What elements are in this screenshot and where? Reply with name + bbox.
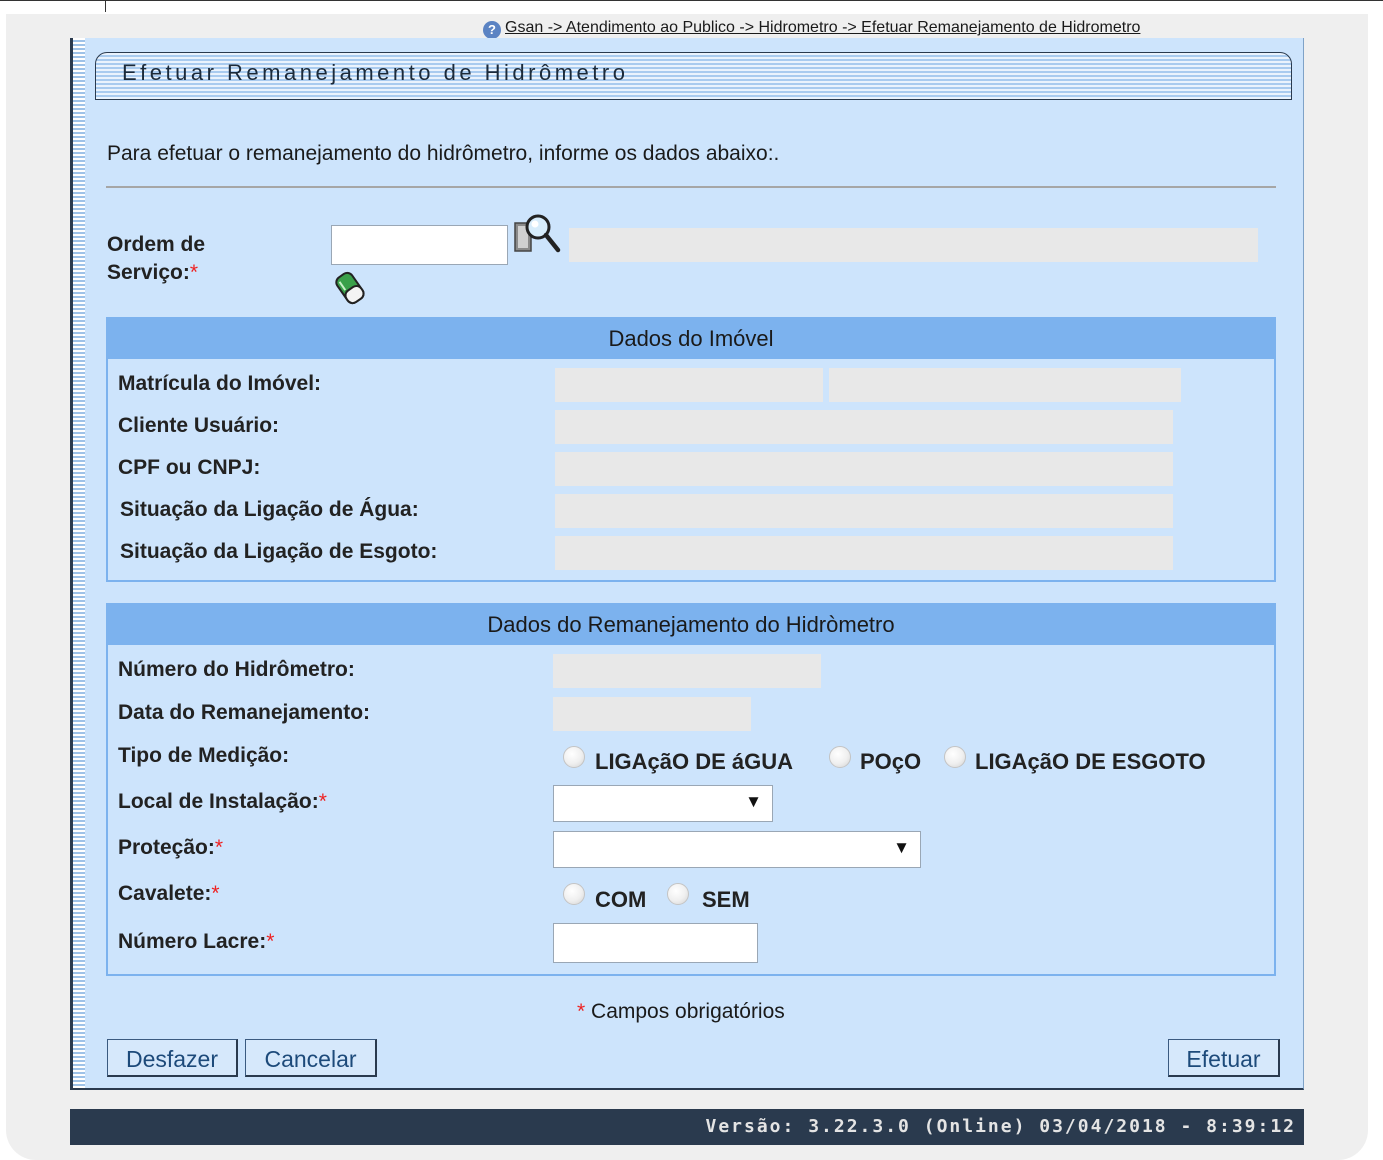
dados-imovel-header: Dados do Imóvel [108, 319, 1274, 359]
numero-hidrometro-label: Número do Hidrômetro: [118, 658, 355, 681]
cpf-cnpj-label: CPF ou CNPJ: [118, 456, 261, 479]
radio-cavalete-com[interactable] [563, 883, 585, 905]
numero-lacre-label-text: Número Lacre: [118, 930, 267, 953]
radio-poco[interactable] [829, 746, 851, 768]
eraser-icon[interactable] [332, 266, 370, 306]
page-title: Efetuar Remanejamento de Hidrômetro [122, 60, 629, 85]
data-remanejamento-label: Data do Remanejamento: [118, 701, 371, 724]
cliente-usuario-label: Cliente Usuário: [118, 414, 280, 437]
required-mark: * [211, 882, 220, 905]
cavalete-label: Cavalete:* [118, 882, 220, 906]
panel-stripe [73, 38, 85, 1088]
top-border-mark [105, 0, 106, 12]
radio-ligacao-agua[interactable] [563, 746, 585, 768]
required-mark: * [214, 836, 224, 859]
radio-cavalete-com-label[interactable]: COM [595, 887, 646, 913]
radio-ligacao-esgoto[interactable] [944, 746, 966, 768]
protecao-label: Proteção:* [118, 836, 223, 860]
desfazer-button[interactable]: Desfazer [107, 1039, 238, 1077]
tipo-medicao-label: Tipo de Medição: [118, 744, 290, 767]
ordem-servico-label: Ordem de [107, 233, 205, 257]
search-icon[interactable] [513, 213, 561, 255]
situacao-esgoto-value [555, 536, 1173, 570]
required-note-text: Campos obrigatórios [585, 1000, 785, 1023]
data-remanejamento-value [553, 697, 751, 731]
chevron-down-icon[interactable]: ▼ [745, 792, 762, 812]
chevron-down-icon[interactable]: ▼ [893, 838, 910, 858]
radio-ligacao-agua-label[interactable]: LIGAçãO DE áGUA [595, 749, 793, 775]
situacao-agua-label: Situação da Ligação de Água: [120, 498, 419, 521]
required-mark: * [189, 261, 199, 284]
required-mark: * [266, 930, 275, 953]
required-fields-note: * Campos obrigatórios [577, 1000, 785, 1024]
top-border-line [0, 0, 1383, 1]
radio-poco-label[interactable]: POçO [860, 749, 921, 775]
matricula-value-2 [829, 368, 1181, 402]
matricula-value [555, 368, 823, 402]
efetuar-button[interactable]: Efetuar [1168, 1039, 1280, 1077]
ordem-servico-label-line1: Ordem de [107, 233, 206, 256]
numero-hidrometro-value [553, 654, 821, 688]
required-mark: * [577, 1000, 586, 1023]
local-instalacao-label-text: Local de Instalação: [118, 790, 319, 813]
version-footer: Versão: 3.22.3.0 (Online) 03/04/2018 - 8… [70, 1109, 1304, 1145]
dados-remanejamento-header: Dados do Remanejamento do Hidròmetro [108, 605, 1274, 645]
cpf-cnpj-value [555, 452, 1173, 486]
help-icon[interactable]: ? [483, 21, 501, 39]
ordem-servico-input[interactable] [331, 225, 508, 265]
numero-lacre-label: Número Lacre:* [118, 930, 274, 954]
radio-cavalete-sem[interactable] [667, 883, 689, 905]
ordem-servico-description [569, 228, 1258, 262]
numero-lacre-input[interactable] [553, 923, 758, 963]
cancelar-button[interactable]: Cancelar [245, 1039, 377, 1077]
matricula-label: Matrícula do Imóvel: [118, 372, 322, 395]
radio-cavalete-sem-label[interactable]: SEM [702, 887, 750, 913]
cliente-usuario-value [555, 410, 1173, 444]
required-mark: * [318, 790, 327, 813]
local-instalacao-select[interactable]: ▼ [553, 785, 773, 822]
ordem-servico-label-line2: Serviço: [107, 261, 190, 284]
protecao-select[interactable]: ▼ [553, 831, 921, 868]
local-instalacao-label: Local de Instalação:* [118, 790, 327, 814]
situacao-agua-value [555, 494, 1173, 528]
radio-ligacao-esgoto-label[interactable]: LIGAçãO DE ESGOTO [975, 749, 1206, 775]
ordem-servico-label-2: Serviço:* [107, 261, 198, 285]
breadcrumb[interactable]: ? Gsan -> Atendimento ao Publico -> Hidro… [483, 19, 1140, 39]
protecao-label-text: Proteção: [118, 836, 215, 859]
breadcrumb-text[interactable]: Gsan -> Atendimento ao Publico -> Hidrom… [505, 19, 1140, 36]
situacao-esgoto-label: Situação da Ligação de Esgoto: [120, 540, 438, 563]
intro-text: Para efetuar o remanejamento do hidrômet… [107, 142, 780, 165]
cavalete-label-text: Cavalete: [118, 882, 212, 905]
divider [106, 186, 1276, 188]
